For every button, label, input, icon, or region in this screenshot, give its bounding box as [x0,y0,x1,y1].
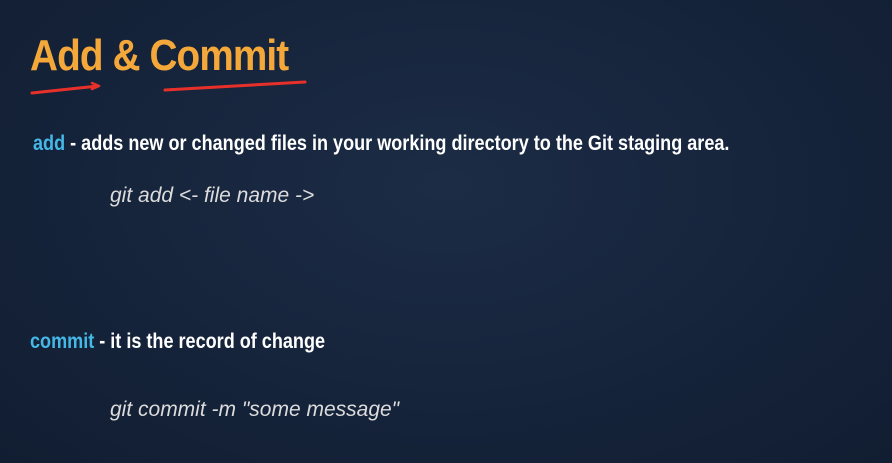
commit-description: commit - it is the record of change [30,330,325,354]
underline-add-arrow [90,81,101,91]
underline-commit [163,80,307,92]
add-keyword: add [33,132,66,155]
commit-description-text: - it is the record of change [94,330,326,353]
add-description: add - adds new or changed files in your … [33,132,729,156]
slide: Add & Commit add - adds new or changed f… [0,0,892,463]
underline-add [30,84,100,95]
commit-command: git commit -m "some message" [110,398,400,421]
add-description-text: - adds new or changed files in your work… [65,132,730,155]
add-command: git add <- file name -> [110,184,315,207]
commit-keyword: commit [30,330,95,353]
slide-title: Add & Commit [30,31,289,80]
